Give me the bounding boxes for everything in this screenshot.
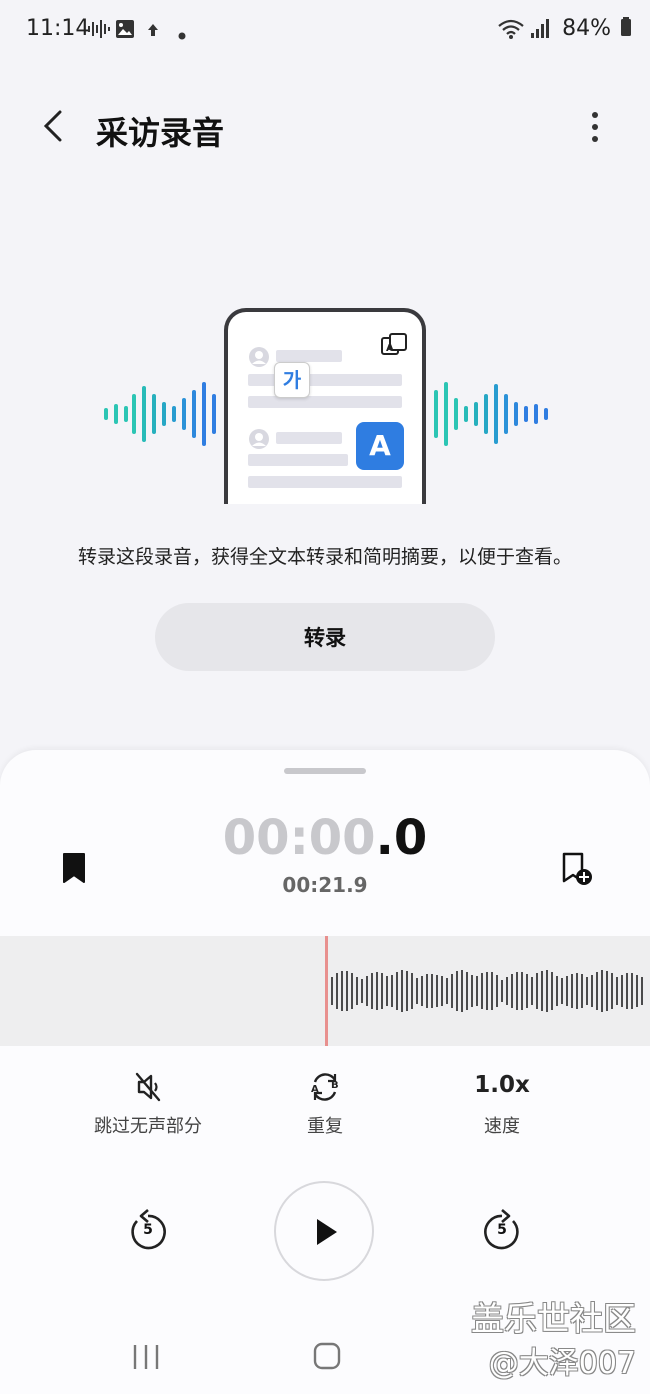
rewind-seconds: 5 xyxy=(143,1222,153,1238)
repeat-label: 重复 xyxy=(307,1116,343,1137)
voice-recorder-icon xyxy=(86,18,110,44)
add-bookmark-button[interactable] xyxy=(560,851,596,889)
left-soundwave xyxy=(100,382,220,450)
home-button[interactable] xyxy=(312,1341,342,1371)
more-vertical-icon xyxy=(580,112,610,152)
recent-apps-icon xyxy=(130,1345,162,1376)
signal-icon xyxy=(530,18,550,44)
right-soundwave xyxy=(430,382,550,450)
latin-bubble: A xyxy=(356,422,404,470)
page-title: 采访录音 xyxy=(96,114,225,152)
forward-icon xyxy=(480,1209,524,1258)
upload-icon xyxy=(147,22,159,41)
skip-silence-button[interactable]: 跳过无声部分 xyxy=(68,1068,228,1138)
battery-percent: 84% xyxy=(562,16,632,43)
home-icon xyxy=(312,1342,342,1375)
bookmark-add-icon xyxy=(560,852,596,893)
mute-speaker-icon xyxy=(134,1070,162,1108)
forward-5-button[interactable]: 5 xyxy=(480,1208,524,1254)
avatar-icon xyxy=(248,428,270,454)
forward-seconds: 5 xyxy=(497,1222,507,1238)
translate-icon: A xyxy=(380,332,408,364)
rewind-icon xyxy=(126,1209,170,1258)
status-time: 11:14 xyxy=(26,16,90,41)
speed-value: 1.0x xyxy=(474,1072,530,1098)
wifi-icon xyxy=(497,18,525,44)
rewind-5-button[interactable]: 5 xyxy=(126,1208,170,1254)
play-button[interactable] xyxy=(274,1181,374,1281)
svg-text:A: A xyxy=(386,343,394,354)
avatar-icon xyxy=(248,346,270,372)
repeat-button[interactable]: AB 重复 xyxy=(245,1068,405,1138)
battery-icon xyxy=(620,17,632,43)
watermark-line2: @大泽007 xyxy=(488,1346,636,1381)
status-bar: 11:14 84% xyxy=(0,0,650,60)
repeat-ab-icon: AB xyxy=(308,1070,342,1108)
notification-dot-icon xyxy=(178,25,186,44)
svg-text:A: A xyxy=(311,1084,319,1095)
watermark-line1: 盖乐世社区 xyxy=(471,1299,636,1338)
svg-text:B: B xyxy=(331,1080,339,1091)
gallery-icon xyxy=(115,19,135,43)
skip-silence-label: 跳过无声部分 xyxy=(94,1116,202,1137)
sheet-drag-handle[interactable] xyxy=(284,768,366,774)
current-time: 00:00.0 xyxy=(222,810,428,866)
total-duration: 00:21.9 xyxy=(282,873,368,897)
more-options-button[interactable] xyxy=(580,108,610,148)
description-text: 转录这段录音，获得全文本转录和简明摘要，以便于查看。 xyxy=(77,546,572,568)
recent-apps-button[interactable] xyxy=(130,1342,162,1372)
chevron-left-icon xyxy=(36,110,70,150)
phone-illustration: A 가 A xyxy=(224,308,426,504)
playhead[interactable] xyxy=(325,936,328,1046)
play-icon xyxy=(314,1217,340,1251)
speed-label: 速度 xyxy=(484,1116,520,1137)
transcribe-button[interactable]: 转录 xyxy=(155,603,495,671)
korean-bubble: 가 xyxy=(274,362,310,398)
back-button[interactable] xyxy=(36,106,76,150)
